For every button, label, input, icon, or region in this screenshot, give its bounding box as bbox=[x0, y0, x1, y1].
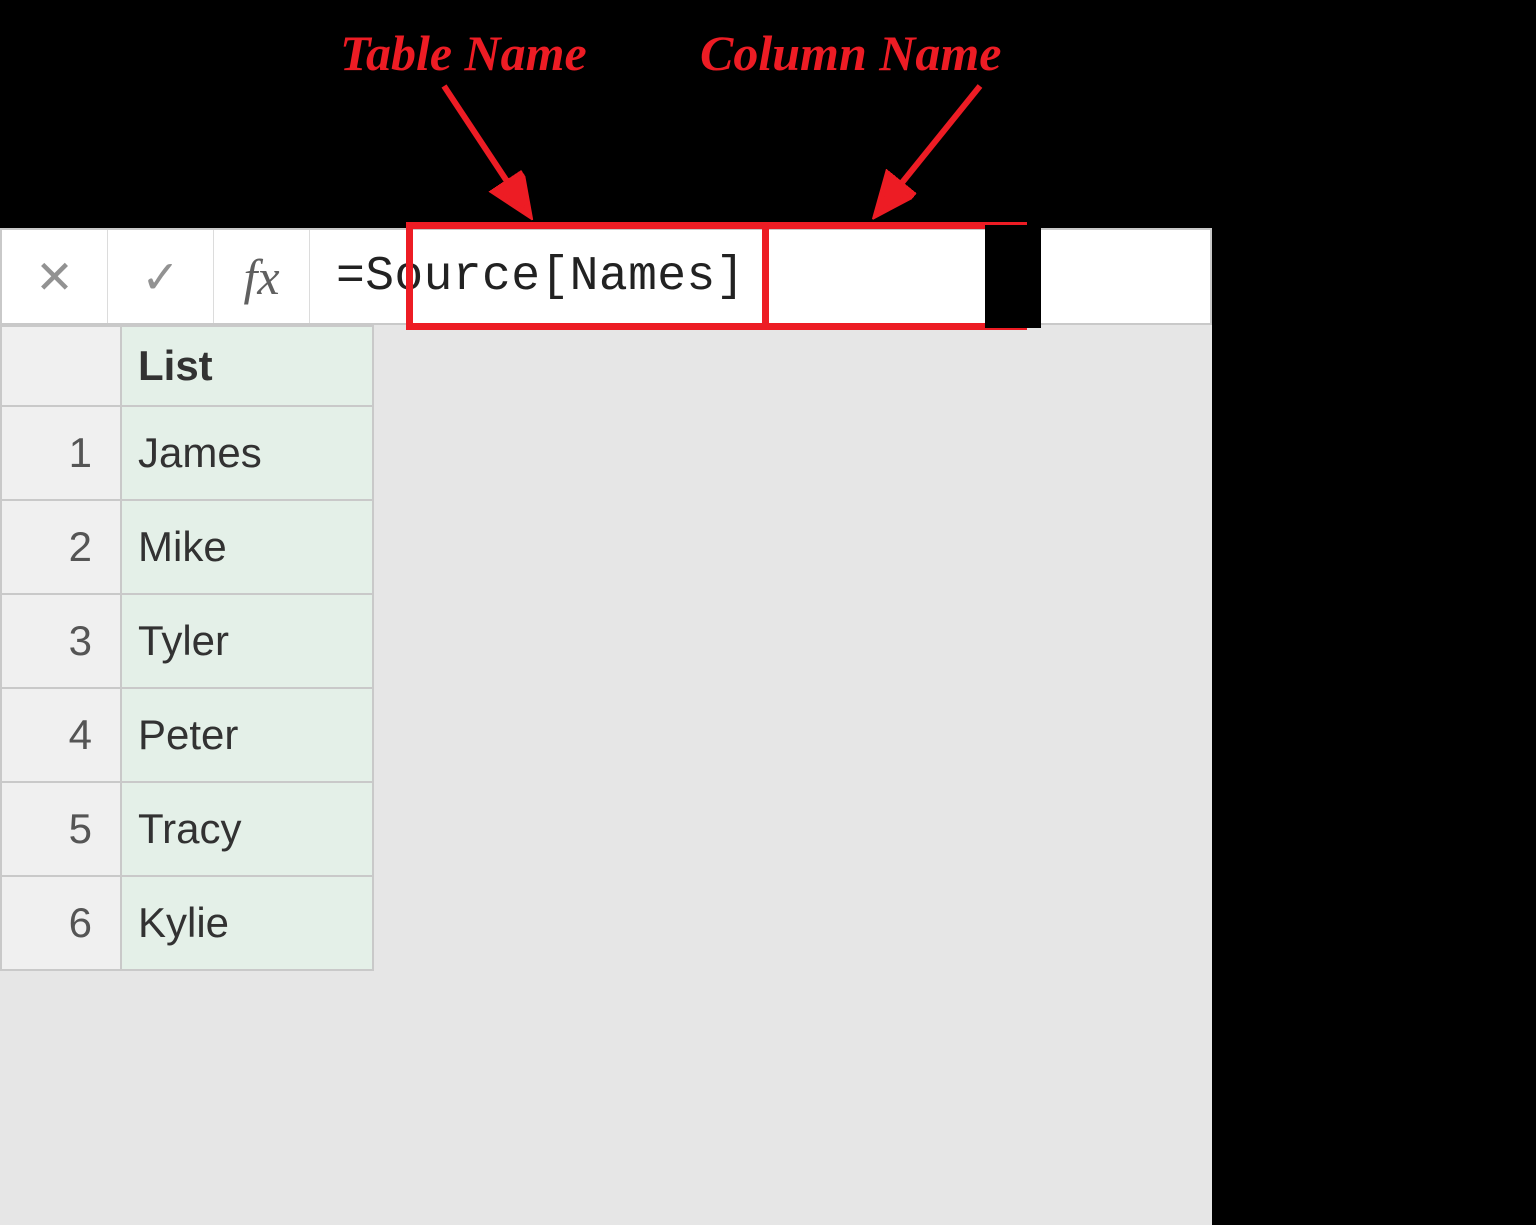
row-number[interactable]: 4 bbox=[1, 688, 121, 782]
table-row: 2 Mike bbox=[1, 500, 373, 594]
bracket-open: [ bbox=[540, 250, 569, 304]
row-number[interactable]: 3 bbox=[1, 594, 121, 688]
cell-value[interactable]: Mike bbox=[121, 500, 373, 594]
mask-right bbox=[985, 225, 1041, 328]
bracket-close: ] bbox=[716, 250, 745, 304]
arrow-column-icon bbox=[860, 80, 1020, 240]
cell-value[interactable]: Kylie bbox=[121, 876, 373, 970]
close-icon: ✕ bbox=[35, 250, 74, 304]
formula-column-name: Names bbox=[570, 250, 716, 304]
row-number[interactable]: 5 bbox=[1, 782, 121, 876]
column-header[interactable]: List bbox=[121, 326, 373, 406]
formula-input[interactable]: = Source[Names] bbox=[310, 230, 1210, 323]
editor-area: ✕ ✓ fx = Source[Names] List 1 James 2 Mi… bbox=[0, 0, 1212, 1225]
annotation-column-name: Column Name bbox=[700, 24, 1001, 82]
grid-background bbox=[372, 325, 1212, 1225]
arrow-table-icon bbox=[430, 80, 590, 240]
row-number[interactable]: 6 bbox=[1, 876, 121, 970]
table-row: 6 Kylie bbox=[1, 876, 373, 970]
check-icon: ✓ bbox=[141, 250, 180, 304]
formula-prefix: = bbox=[336, 250, 365, 304]
cell-value[interactable]: Peter bbox=[121, 688, 373, 782]
table-row: 5 Tracy bbox=[1, 782, 373, 876]
cancel-button[interactable]: ✕ bbox=[2, 230, 108, 323]
formula-table-name: Source bbox=[365, 250, 540, 304]
cell-value[interactable]: James bbox=[121, 406, 373, 500]
table-row: 1 James bbox=[1, 406, 373, 500]
annotation-table-name: Table Name bbox=[340, 24, 587, 82]
row-number[interactable]: 2 bbox=[1, 500, 121, 594]
table-row: 4 Peter bbox=[1, 688, 373, 782]
table-row: 3 Tyler bbox=[1, 594, 373, 688]
cell-value[interactable]: Tyler bbox=[121, 594, 373, 688]
row-number[interactable]: 1 bbox=[1, 406, 121, 500]
annotation-backdrop bbox=[0, 0, 1212, 228]
grid-corner bbox=[1, 326, 121, 406]
cell-value[interactable]: Tracy bbox=[121, 782, 373, 876]
enter-button[interactable]: ✓ bbox=[108, 230, 214, 323]
preview-grid: List 1 James 2 Mike 3 Tyler 4 Peter 5 Tr… bbox=[0, 325, 374, 971]
function-button[interactable]: fx bbox=[214, 230, 310, 323]
fx-icon: fx bbox=[243, 248, 279, 306]
